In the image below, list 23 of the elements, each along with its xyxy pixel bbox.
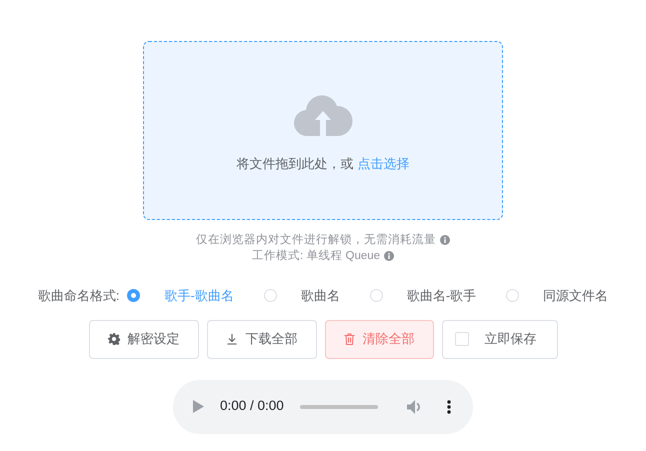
radio-label[interactable]: 歌曲名 (300, 286, 340, 306)
time-display: 0:00 / 0:00 (220, 397, 284, 416)
note-text: 仅在浏览器内对文件进行解锁，无需消耗流量 (196, 232, 436, 248)
settings-icon (108, 333, 120, 345)
radio-label[interactable]: 同源文件名 (543, 286, 608, 306)
volume-icon[interactable] (407, 400, 423, 414)
play-icon[interactable] (193, 400, 204, 413)
radio-label[interactable]: 歌曲名-歌手 (406, 286, 476, 306)
more-options-icon[interactable] (447, 400, 451, 414)
seek-track[interactable] (300, 404, 378, 408)
download-icon (226, 333, 238, 345)
info-icon[interactable] (440, 235, 450, 245)
settings-button[interactable]: 解密设定 (88, 320, 198, 358)
radio-button[interactable] (127, 289, 140, 302)
save-now-toggle[interactable]: 立即保存 (442, 320, 558, 358)
note-text: 工作模式: 单线程 Queue (252, 248, 380, 264)
upload-area[interactable]: 将文件拖到此处，或 点击选择 (143, 41, 503, 220)
checkbox[interactable] (454, 332, 468, 346)
info-icon[interactable] (384, 251, 394, 261)
upload-prompt: 将文件拖到此处，或 (236, 156, 354, 171)
naming-label: 歌曲命名格式: (38, 287, 120, 305)
download-all-button[interactable]: 下载全部 (206, 320, 316, 358)
trash-icon (344, 333, 354, 345)
